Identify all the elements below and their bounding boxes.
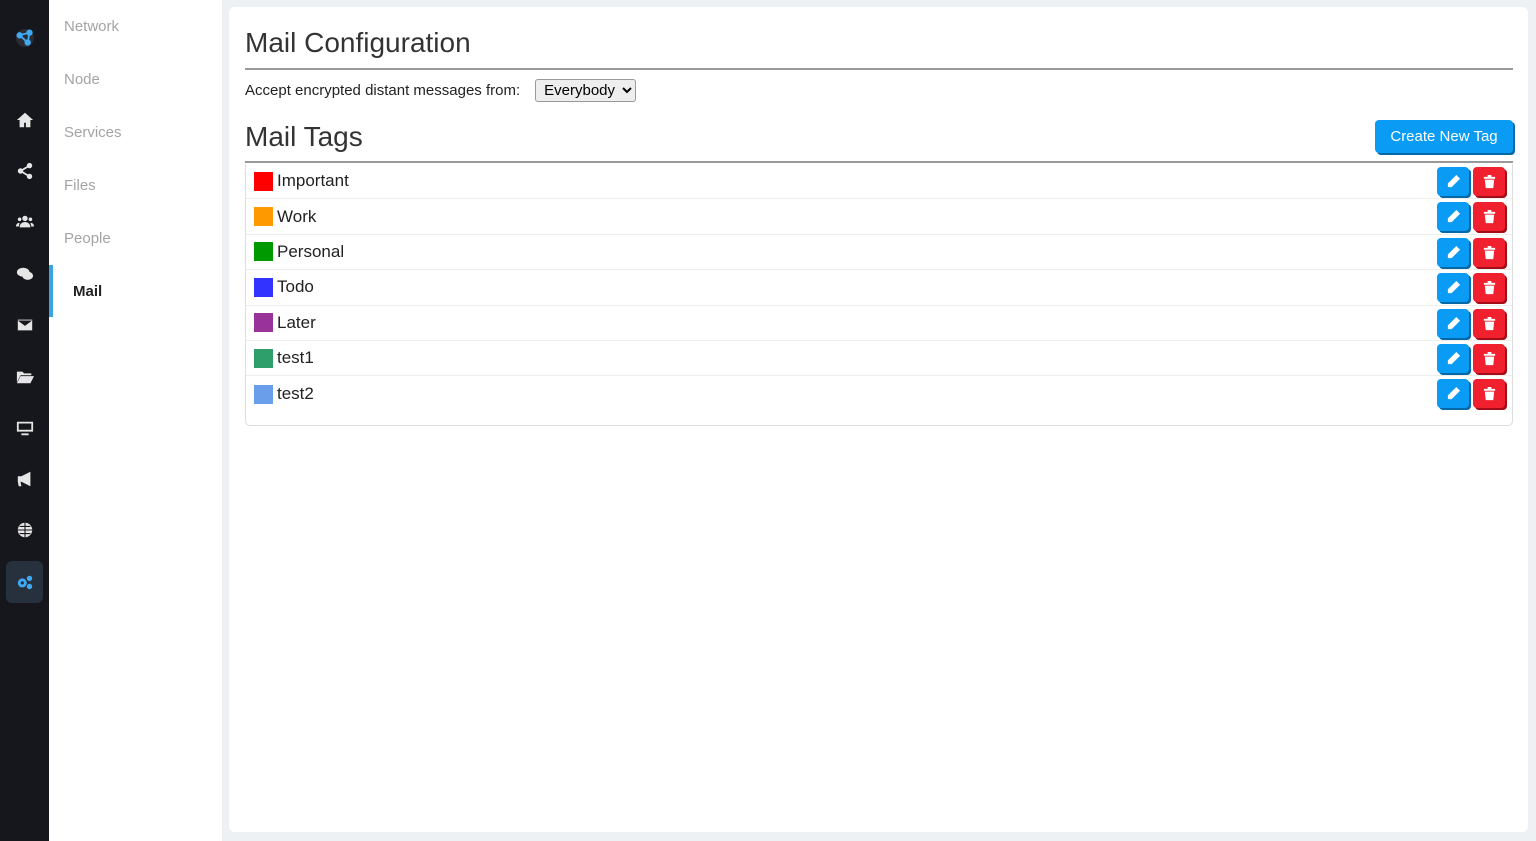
pencil-icon [1446,351,1461,366]
tag-list: Important Work Personal Todo Later test1 test2 [245,164,1513,426]
icon-rail [0,0,49,841]
tag-color-swatch [254,384,273,404]
share-icon[interactable] [6,150,43,192]
tag-color-swatch [254,171,273,191]
globe-icon[interactable] [6,509,43,551]
divider [245,161,1513,163]
trash-icon [1482,386,1497,401]
mail-icon[interactable] [6,304,43,346]
chat-icon[interactable] [6,253,43,295]
pencil-icon [1446,316,1461,331]
tag-color-swatch [254,348,273,368]
tag-row: test1 [246,341,1512,377]
tag-row: Work [246,199,1512,235]
delete-tag-button[interactable] [1473,237,1505,267]
subnav-item-mail[interactable]: Mail [49,265,222,317]
divider [245,68,1513,70]
create-new-tag-button[interactable]: Create New Tag [1375,120,1513,153]
settings-icon[interactable] [6,561,43,603]
tag-row: test2 [246,376,1512,411]
edit-tag-button[interactable] [1437,202,1469,232]
subnav-item-network[interactable]: Network [49,0,222,52]
pencil-icon [1446,280,1461,295]
subnav-item-files[interactable]: Files [49,159,222,211]
mail-tags-title: Mail Tags [245,121,363,152]
tag-name: Todo [277,277,314,297]
trash-icon [1482,280,1497,295]
home-icon[interactable] [6,99,43,141]
mail-config-title: Mail Configuration [245,27,471,58]
monitor-icon[interactable] [6,407,43,449]
tag-color-swatch [254,242,273,262]
tag-color-swatch [254,313,273,333]
tag-row: Todo [246,270,1512,306]
tag-row: Later [246,306,1512,341]
edit-tag-button[interactable] [1437,237,1469,267]
logo-icon[interactable] [6,17,43,59]
tag-row: Important [246,164,1512,200]
pencil-icon [1446,174,1461,189]
delete-tag-button[interactable] [1473,202,1505,232]
subnav-item-services[interactable]: Services [49,106,222,158]
pencil-icon [1446,209,1461,224]
tag-name: Later [277,312,316,332]
megaphone-icon[interactable] [6,458,43,500]
tag-color-swatch [254,277,273,297]
edit-tag-button[interactable] [1437,273,1469,303]
settings-subnav: Network Node Services Files People Mail [49,0,222,841]
delete-tag-button[interactable] [1473,167,1505,196]
accept-setting: Accept encrypted distant messages from: … [245,79,637,102]
tag-name: test2 [277,384,314,404]
trash-icon [1482,316,1497,331]
delete-tag-button[interactable] [1473,273,1505,303]
pencil-icon [1446,245,1461,260]
accept-label: Accept encrypted distant messages from: [245,82,521,99]
tag-name: Important [277,171,349,191]
delete-tag-button[interactable] [1473,379,1505,409]
tag-name: test1 [277,348,314,368]
accept-select[interactable]: Everybody [535,79,637,102]
pencil-icon [1446,386,1461,401]
trash-icon [1482,174,1497,189]
subnav-item-node[interactable]: Node [49,53,222,105]
edit-tag-button[interactable] [1437,167,1469,196]
tag-color-swatch [254,207,273,227]
people-icon[interactable] [6,201,43,243]
trash-icon [1482,245,1497,260]
tag-name: Personal [277,241,345,261]
main-panel: Mail Configuration Accept encrypted dist… [229,7,1528,832]
trash-icon [1482,351,1497,366]
folder-icon[interactable] [6,356,43,398]
edit-tag-button[interactable] [1437,379,1469,409]
subnav-item-people[interactable]: People [49,212,222,264]
tag-row: Personal [246,235,1512,271]
edit-tag-button[interactable] [1437,308,1469,338]
edit-tag-button[interactable] [1437,343,1469,373]
trash-icon [1482,209,1497,224]
tag-name: Work [277,206,317,226]
delete-tag-button[interactable] [1473,308,1505,338]
delete-tag-button[interactable] [1473,343,1505,373]
